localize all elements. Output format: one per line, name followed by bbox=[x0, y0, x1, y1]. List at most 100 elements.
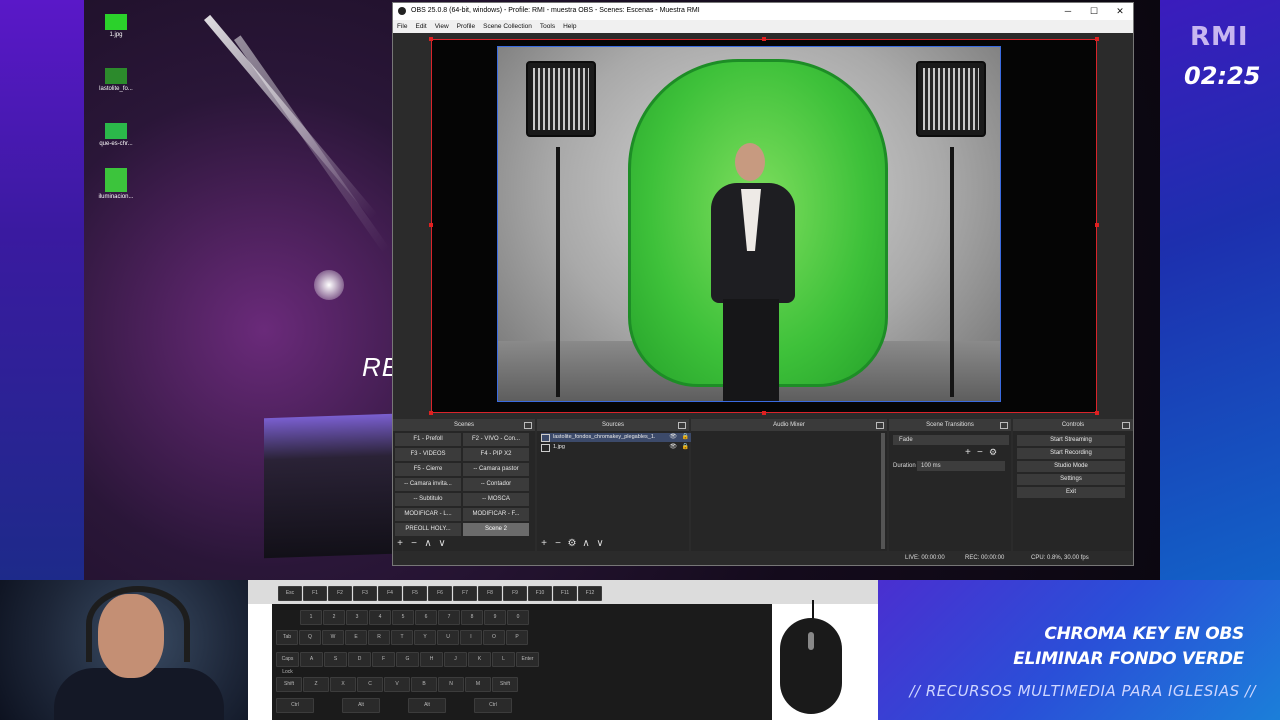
undock-icon[interactable] bbox=[1122, 422, 1130, 429]
settings-button[interactable]: Settings bbox=[1017, 474, 1125, 485]
image-source-icon bbox=[541, 444, 550, 452]
sources-toolbar: + − ⚙ ∧ ∨ bbox=[537, 537, 689, 551]
scene-item[interactable]: F3 - VIDEOS bbox=[395, 448, 461, 461]
source-item[interactable]: lastolite_fondos_chromakey_plegables_1. … bbox=[541, 433, 691, 442]
rmi-logo: RMI bbox=[1190, 22, 1249, 52]
move-down-icon[interactable]: ∨ bbox=[435, 537, 449, 551]
move-down-icon[interactable]: ∨ bbox=[593, 537, 607, 551]
menu-file[interactable]: File bbox=[393, 20, 411, 30]
transitions-dock-title: Scene Transitions bbox=[889, 419, 1011, 431]
scene-item[interactable]: MODIFICAR - L... bbox=[395, 508, 461, 521]
desktop-icon-lastolite[interactable]: lastolite_fo... bbox=[84, 68, 148, 92]
scene-item[interactable]: -- Camara pastor bbox=[463, 463, 529, 476]
add-transition-icon[interactable]: + bbox=[965, 447, 971, 458]
preview-canvas[interactable] bbox=[393, 33, 1133, 419]
resize-handle[interactable] bbox=[1095, 411, 1099, 415]
resize-handle[interactable] bbox=[429, 411, 433, 415]
close-button[interactable]: ✕ bbox=[1107, 3, 1133, 20]
resize-handle[interactable] bbox=[429, 223, 433, 227]
remove-scene-icon[interactable]: − bbox=[407, 537, 421, 551]
gear-icon[interactable]: ⚙ bbox=[989, 447, 997, 458]
keyboard-key: F2 bbox=[328, 586, 352, 601]
undock-icon[interactable] bbox=[876, 422, 884, 429]
desktop-icon-que-es-chroma[interactable]: que-es-chr... bbox=[84, 123, 148, 147]
webcam-feed bbox=[0, 580, 248, 720]
scrollbar[interactable] bbox=[881, 433, 885, 549]
resize-handle[interactable] bbox=[762, 411, 766, 415]
keyboard-key: F1 bbox=[303, 586, 327, 601]
lock-icon[interactable]: 🔒 bbox=[682, 433, 689, 442]
image-file-icon bbox=[105, 14, 127, 30]
minimize-button[interactable]: ─ bbox=[1055, 3, 1081, 20]
resize-handle[interactable] bbox=[762, 37, 766, 41]
green-screen-photo-source[interactable] bbox=[497, 46, 1001, 402]
desktop-icon-1jpg[interactable]: 1.jpg bbox=[84, 14, 148, 38]
remove-source-icon[interactable]: − bbox=[551, 537, 565, 551]
title-bar[interactable]: OBS 25.0.8 (64-bit, windows) - Profile: … bbox=[393, 3, 1133, 20]
studio-light bbox=[526, 61, 596, 137]
keyboard-key: F10 bbox=[528, 586, 552, 601]
exit-button[interactable]: Exit bbox=[1017, 487, 1125, 498]
keyboard-key: Alt bbox=[408, 698, 446, 713]
keyboard-key: V bbox=[384, 677, 410, 692]
undock-icon[interactable] bbox=[524, 422, 532, 429]
keyboard-key: 7 bbox=[438, 610, 460, 625]
keyboard-key: 6 bbox=[415, 610, 437, 625]
scene-item-active[interactable]: Scene 2 bbox=[463, 523, 529, 536]
move-up-icon[interactable]: ∧ bbox=[579, 537, 593, 551]
menu-scene-collection[interactable]: Scene Collection bbox=[479, 20, 536, 30]
start-recording-button[interactable]: Start Recording bbox=[1017, 448, 1125, 459]
undock-icon[interactable] bbox=[1000, 422, 1008, 429]
keyboard-key: Caps Lock bbox=[276, 652, 299, 675]
studio-mode-button[interactable]: Studio Mode bbox=[1017, 461, 1125, 472]
desktop-icon-label: iluminacion... bbox=[98, 194, 134, 200]
menu-view[interactable]: View bbox=[431, 20, 453, 30]
menu-edit[interactable]: Edit bbox=[411, 20, 430, 30]
transition-select[interactable]: Fade bbox=[893, 435, 1009, 445]
move-up-icon[interactable]: ∧ bbox=[421, 537, 435, 551]
keyboard-key: F8 bbox=[478, 586, 502, 601]
scene-item[interactable]: F1 - Prefoll bbox=[395, 433, 461, 446]
menu-help[interactable]: Help bbox=[559, 20, 580, 30]
resize-handle[interactable] bbox=[429, 37, 433, 41]
duration-input[interactable]: 100 ms bbox=[917, 461, 1005, 471]
keyboard-key: 4 bbox=[369, 610, 391, 625]
scenes-toolbar: + − ∧ ∨ bbox=[393, 537, 535, 551]
remove-transition-icon[interactable]: − bbox=[977, 447, 983, 458]
desktop-icon-iluminacion[interactable]: iluminacion... bbox=[84, 168, 148, 200]
keyboard-key: M bbox=[465, 677, 491, 692]
add-source-icon[interactable]: + bbox=[537, 537, 551, 551]
undock-icon[interactable] bbox=[678, 422, 686, 429]
scene-item[interactable]: -- Subtitulo bbox=[395, 493, 461, 506]
maximize-button[interactable]: ☐ bbox=[1081, 3, 1107, 20]
keyboard-key: J bbox=[444, 652, 467, 667]
banner-title-line2: ELIMINAR FONDO VERDE bbox=[1013, 649, 1244, 669]
scene-item[interactable]: F2 - VIVO - Con... bbox=[463, 433, 529, 446]
resize-handle[interactable] bbox=[1095, 37, 1099, 41]
keyboard-key: B bbox=[411, 677, 437, 692]
scene-item[interactable]: PREOLL HOLY... bbox=[395, 523, 461, 536]
keyboard-key: Tab bbox=[276, 630, 298, 645]
menu-tools[interactable]: Tools bbox=[536, 20, 559, 30]
keyboard-key: 2 bbox=[323, 610, 345, 625]
obs-window: OBS 25.0.8 (64-bit, windows) - Profile: … bbox=[392, 2, 1134, 566]
start-streaming-button[interactable]: Start Streaming bbox=[1017, 435, 1125, 446]
resize-handle[interactable] bbox=[1095, 223, 1099, 227]
scene-item[interactable]: MODIFICAR - F... bbox=[463, 508, 529, 521]
gear-icon[interactable]: ⚙ bbox=[565, 537, 579, 551]
keyboard-key: Esc bbox=[278, 586, 302, 601]
scene-item[interactable]: F4 - PIP X2 bbox=[463, 448, 529, 461]
visibility-eye-icon[interactable]: 👁 bbox=[669, 433, 677, 442]
image-file-icon bbox=[105, 168, 127, 192]
source-item[interactable]: 1.jpg 👁 🔒 bbox=[541, 443, 691, 452]
keyboard-key: 3 bbox=[346, 610, 368, 625]
add-scene-icon[interactable]: + bbox=[393, 537, 407, 551]
menu-profile[interactable]: Profile bbox=[453, 20, 479, 30]
scene-item[interactable]: -- Camara invita... bbox=[395, 478, 461, 491]
lock-icon[interactable]: 🔒 bbox=[682, 443, 689, 452]
scene-bounds-selection[interactable] bbox=[429, 37, 1099, 415]
scene-item[interactable]: -- Contador bbox=[463, 478, 529, 491]
scene-item[interactable]: -- MOSCA bbox=[463, 493, 529, 506]
visibility-eye-icon[interactable]: 👁 bbox=[669, 443, 677, 452]
scene-item[interactable]: F5 - Cierre bbox=[395, 463, 461, 476]
